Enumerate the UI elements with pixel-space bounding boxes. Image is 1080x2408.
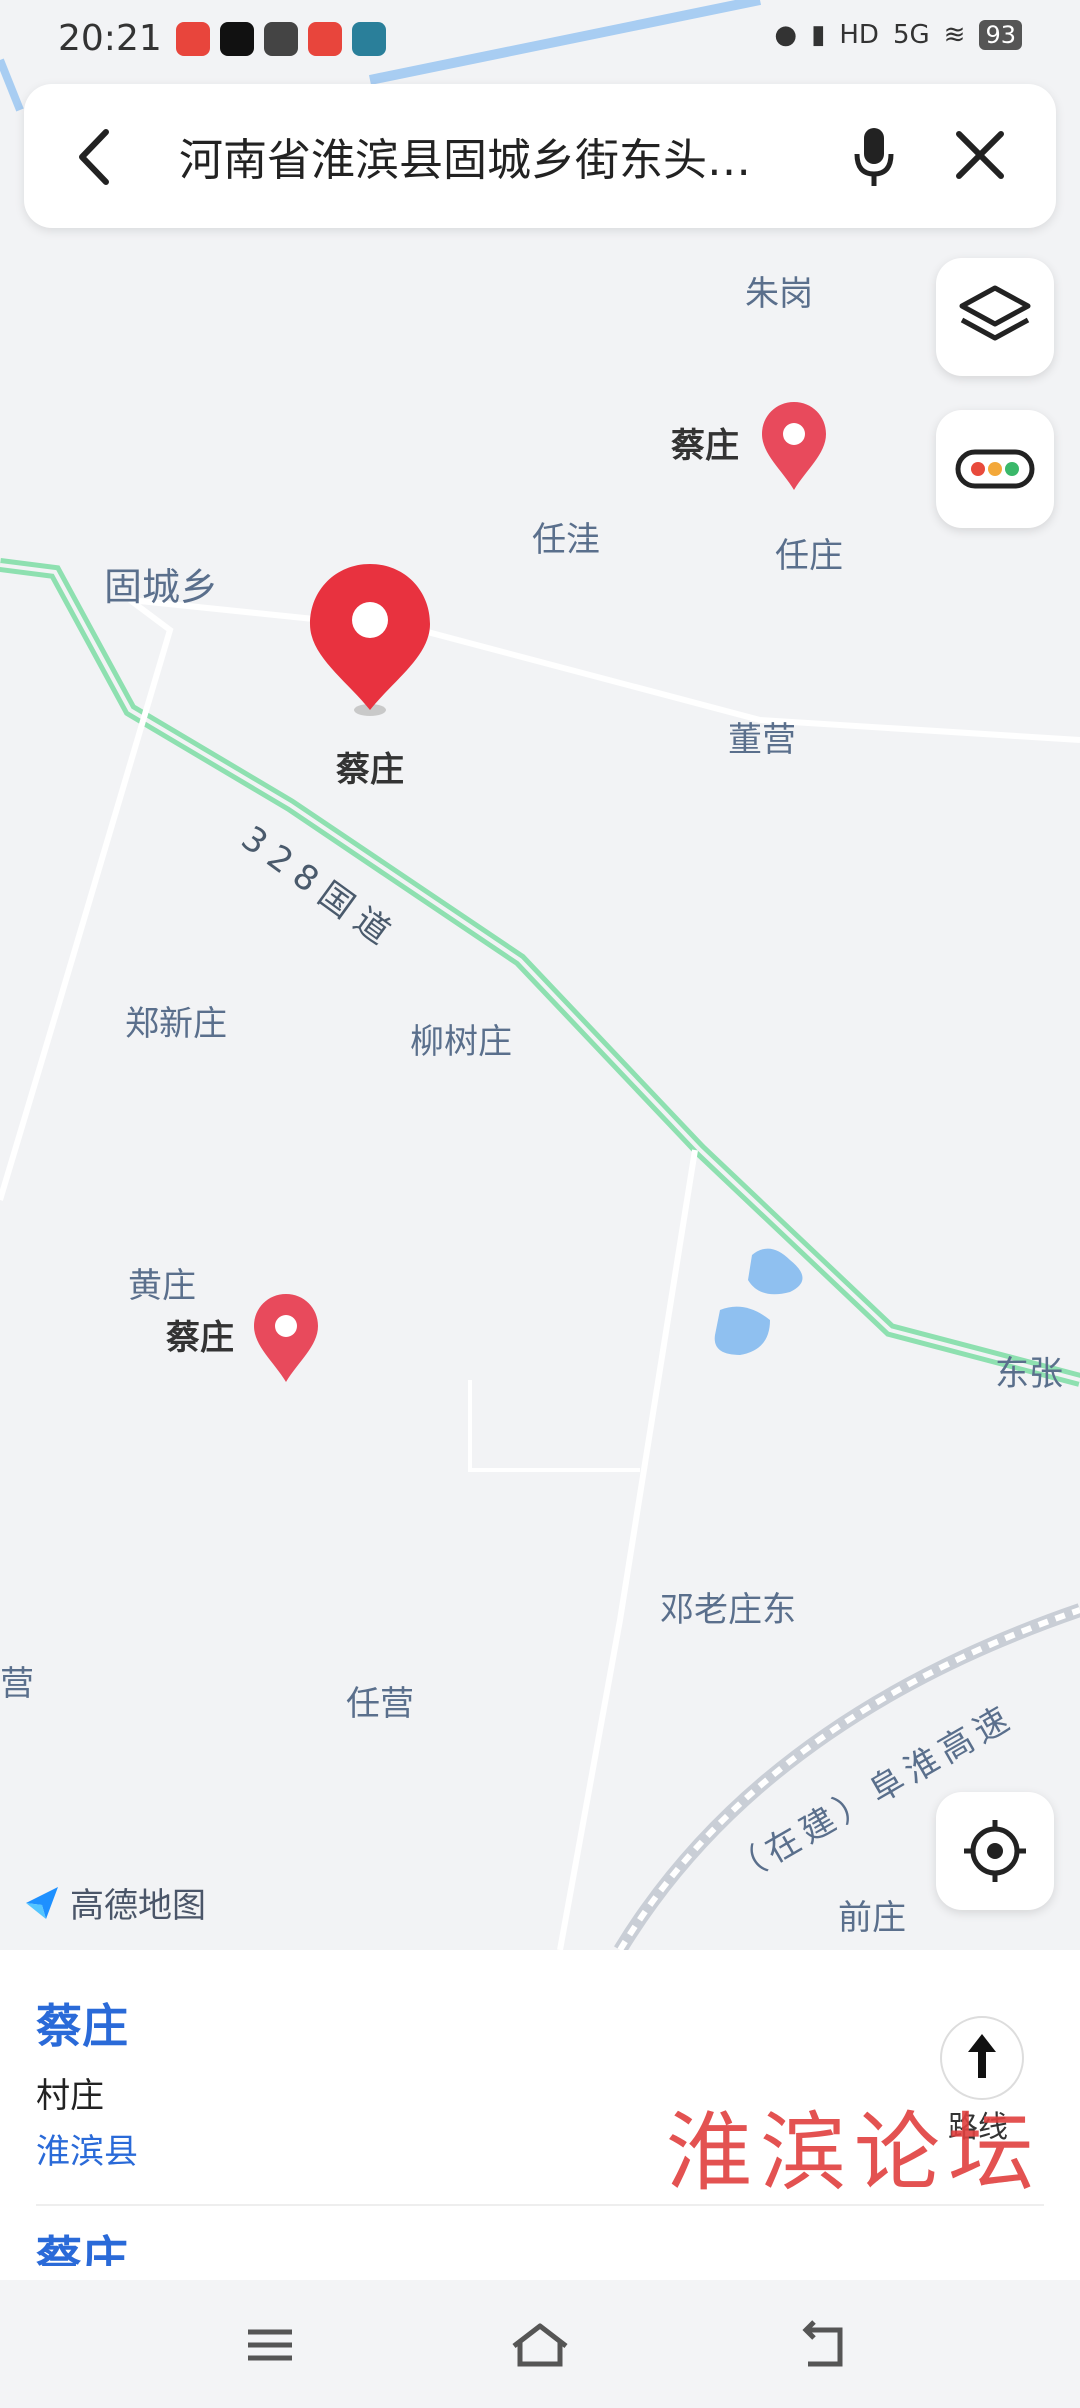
status-time: 20:21	[58, 18, 162, 59]
layers-icon	[959, 285, 1031, 341]
menu-button[interactable]	[230, 2310, 310, 2380]
amap-logo-text: 高德地图	[70, 1886, 206, 1926]
result-divider	[36, 2204, 1044, 2206]
traffic-button[interactable]	[936, 410, 1054, 528]
result-name-next[interactable]: 蔡庄	[36, 2222, 128, 2266]
map-label-renzhuang: 任庄	[775, 536, 843, 576]
main-pin-label: 蔡庄	[336, 750, 404, 790]
pin-marker-icon	[762, 402, 826, 490]
app-notification-icon	[176, 22, 210, 56]
map-label-dongzhang: 东张	[995, 1354, 1063, 1394]
map-label-denglaozhuangdong: 邓老庄东	[660, 1590, 796, 1630]
watermark-logo: 淮滨论坛	[666, 2103, 1042, 2203]
network-type: 5G	[892, 20, 930, 50]
locate-icon	[964, 1820, 1026, 1882]
voice-search-button[interactable]	[849, 122, 899, 192]
result-region[interactable]: 淮滨县	[36, 2124, 138, 2173]
map-label-renying: 任营	[346, 1684, 414, 1724]
map-label-qianzhuang: 前庄	[838, 1898, 906, 1938]
status-bar: 20:21 ● ▮ HD 5G ≋ 93	[0, 0, 1080, 80]
shop-app-icon	[308, 22, 342, 56]
map-label-zhugang: 朱岗	[745, 274, 813, 314]
pin-marker-icon	[310, 564, 430, 716]
back-button[interactable]	[64, 122, 124, 192]
result-type: 村庄	[36, 2076, 104, 2116]
back-arrow-icon	[79, 129, 109, 185]
back-nav-icon	[802, 2320, 843, 2367]
map-label-dongying: 董营	[728, 720, 796, 760]
pin-top[interactable]	[760, 400, 828, 496]
back-nav-button[interactable]	[784, 2310, 864, 2380]
map-label-guchengxiang: 固城乡	[104, 565, 219, 609]
location-icon: ●	[774, 20, 798, 50]
battery-level: 93	[979, 20, 1022, 50]
system-nav-bar	[0, 2280, 1080, 2408]
map-roads	[0, 0, 1080, 1950]
menu-icon	[248, 2329, 292, 2361]
map-label-renwa: 任洼	[532, 520, 600, 560]
main-location-pin[interactable]	[306, 560, 434, 724]
layers-button[interactable]	[936, 258, 1054, 376]
amap-logo: 高德地图	[22, 1878, 206, 1927]
hd-badge: HD	[839, 20, 879, 50]
traffic-light-icon	[955, 449, 1035, 489]
status-right: ● ▮ HD 5G ≋ 93	[774, 20, 1022, 50]
pin-marker-icon	[254, 1294, 318, 1382]
clear-search-button[interactable]	[949, 124, 1011, 186]
camera-app-icon	[352, 22, 386, 56]
result-name[interactable]: 蔡庄	[36, 1990, 128, 2056]
pin-left-label: 蔡庄	[166, 1318, 234, 1358]
map-label-huangzhuang: 黄庄	[128, 1266, 196, 1306]
pin-left[interactable]	[252, 1292, 320, 1388]
wifi-icon: ≋	[943, 20, 966, 50]
result-panel[interactable]: 蔡庄 村庄 淮滨县 路线 淮滨论坛 蔡庄	[0, 1950, 1080, 2280]
map-view[interactable]: 朱岗 任洼 任庄 固城乡 董营 328国道 郑新庄 柳树庄 黄庄 东张 邓老庄东…	[0, 0, 1080, 1950]
locate-button[interactable]	[936, 1792, 1054, 1910]
home-icon	[512, 2323, 568, 2367]
search-bar[interactable]: 河南省淮滨县固城乡街东头…	[24, 84, 1056, 228]
search-query[interactable]: 河南省淮滨县固城乡街东头…	[179, 124, 839, 188]
map-label-ying: 营	[0, 1664, 34, 1704]
home-button[interactable]	[500, 2310, 580, 2380]
amap-logo-icon	[26, 1886, 58, 1919]
pin-top-label: 蔡庄	[671, 426, 739, 466]
mic-status-icon: ▮	[811, 20, 826, 50]
map-label-liushuzhuang: 柳树庄	[410, 1022, 512, 1062]
notification-icons	[176, 22, 386, 56]
microphone-icon	[854, 128, 894, 186]
tiktok-icon	[220, 22, 254, 56]
map-label-zhengxinzhuang: 郑新庄	[125, 1004, 227, 1044]
video-app-icon	[264, 22, 298, 56]
close-icon	[956, 131, 1004, 179]
